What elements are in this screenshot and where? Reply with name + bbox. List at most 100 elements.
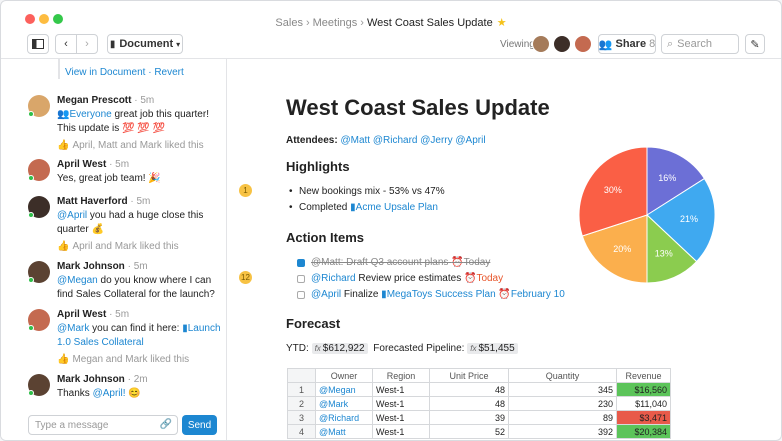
likes-text: Megan and Mark liked this (72, 354, 190, 365)
table-cell[interactable]: 230 (508, 396, 617, 411)
table-cell[interactable]: 345 (508, 382, 617, 397)
table-cell[interactable]: $16,560 (616, 382, 671, 397)
search-input[interactable]: ⌕ Search (661, 34, 739, 54)
table-cell[interactable]: West-1 (372, 410, 430, 425)
message-time-value: 5m (136, 196, 151, 207)
mention-everyone[interactable]: Everyone (69, 109, 111, 120)
mention[interactable]: @April (311, 289, 341, 300)
doc-links: View in Document · Revert (65, 67, 184, 78)
thumbs-up-icon: 👍 (57, 140, 70, 151)
table-cell[interactable]: @Mark (315, 396, 373, 411)
table-cell[interactable]: 52 (429, 424, 509, 439)
table-cell[interactable]: West-1 (372, 396, 430, 411)
table-cell[interactable]: $11,040 (616, 396, 671, 411)
table-cell: 3 (287, 410, 316, 425)
task-text: @Matt: Draft Q3 account plans (311, 257, 449, 268)
revert-link[interactable]: Revert (154, 67, 183, 78)
attendees-mentions[interactable]: @Matt @Richard @Jerry @April (340, 135, 485, 146)
online-status-dot (28, 390, 34, 396)
table-header (287, 368, 316, 383)
table-cell[interactable]: $20,384 (616, 424, 671, 439)
table-cell: 1 (287, 382, 316, 397)
mention[interactable]: @Megan (57, 275, 98, 286)
table-header[interactable]: Revenue (616, 368, 671, 383)
task-checkbox[interactable] (297, 259, 305, 267)
table-cell[interactable]: 48 (429, 382, 509, 397)
task-item: @Matt: Draft Q3 account plans ⏰Today (311, 257, 490, 268)
breadcrumb-sales[interactable]: Sales (275, 17, 303, 29)
pie-slice-label: 16% (658, 173, 676, 183)
sidebar-icon (32, 39, 44, 49)
pie-slice-label: 21% (680, 214, 698, 224)
table-header[interactable]: Quantity (508, 368, 617, 383)
message-author[interactable]: Mark Johnson (57, 261, 125, 272)
attendees-line: Attendees: @Matt @Richard @Jerry @April (286, 135, 486, 146)
avatar[interactable] (574, 35, 592, 53)
avatar[interactable] (553, 35, 571, 53)
table-cell[interactable]: @Richard (315, 410, 373, 425)
message-input[interactable]: Type a message 🔗 (28, 415, 178, 435)
separator-dot: · (145, 67, 155, 78)
table-cell[interactable]: West-1 (372, 424, 430, 439)
table-cell[interactable]: $3,471 (616, 410, 671, 425)
mention[interactable]: @April! (93, 388, 126, 399)
compose-button[interactable]: ✎ (745, 34, 765, 54)
share-count: 8 (649, 38, 656, 50)
table-header[interactable]: Unit Price (429, 368, 509, 383)
task-checkbox[interactable] (297, 291, 305, 299)
breadcrumb-separator: › (305, 17, 310, 29)
task-text: Finalize (341, 289, 382, 300)
ytd-formula[interactable]: fx $612,922 (311, 343, 368, 354)
attachment-icon[interactable]: 🔗 (160, 419, 172, 430)
chevron-left-icon: ‹ (64, 38, 68, 50)
table-cell[interactable]: 392 (508, 424, 617, 439)
table-cell[interactable]: @Megan (315, 382, 373, 397)
chevron-down-icon: ▾ (176, 39, 181, 49)
action-items-heading: Action Items (286, 230, 365, 245)
table-cell[interactable]: 89 (508, 410, 617, 425)
table-cell[interactable]: West-1 (372, 382, 430, 397)
task-checkbox[interactable] (297, 275, 305, 283)
breadcrumb-current: West Coast Sales Update (366, 17, 493, 29)
table-cell[interactable]: 48 (429, 396, 509, 411)
megatoys-plan-link[interactable]: MegaToys Success Plan (387, 289, 496, 300)
table-cell[interactable]: 39 (429, 410, 509, 425)
message-author[interactable]: April West (57, 309, 106, 320)
forecast-table: Owner Region Unit Price Quantity Revenue… (287, 368, 671, 439)
table-cell[interactable]: @Matt (315, 424, 373, 439)
message-time-value: 5m (115, 159, 130, 170)
alarm-icon: ⏰ (498, 289, 511, 300)
pie-chart[interactable]: 16% 21% 13% 20% 30% (577, 145, 717, 285)
table-header[interactable]: Region (372, 368, 430, 383)
comment-count-badge[interactable]: 12 (239, 271, 252, 284)
message-text: Yes, great job team! 🎉 (57, 173, 161, 184)
message-input-placeholder: Type a message (35, 420, 109, 431)
back-button[interactable]: ‹ (55, 34, 77, 54)
message-author[interactable]: Mark Johnson (57, 374, 125, 385)
message-time: · 5m (109, 159, 130, 170)
send-button[interactable]: Send (182, 415, 217, 435)
comment-count-badge[interactable]: 1 (239, 184, 252, 197)
message-author[interactable]: Megan Prescott (57, 95, 131, 106)
mention[interactable]: @Mark (57, 323, 89, 334)
share-button[interactable]: 👥 Share 8 (598, 34, 656, 54)
sidebar-toggle-button[interactable] (27, 34, 49, 54)
chat-message: Megan Prescott · 5m 👥Everyone great job … (28, 94, 224, 153)
mention[interactable]: @Richard (311, 273, 356, 284)
table-header[interactable]: Owner (315, 368, 373, 383)
likes-summary: 👍 April, Matt and Mark liked this (57, 139, 224, 153)
message-author[interactable]: Matt Haverford (57, 196, 128, 207)
document-menu-button[interactable]: ▮ Document ▾ (107, 34, 183, 54)
message-author[interactable]: April West (57, 159, 106, 170)
view-in-document-link[interactable]: View in Document (65, 67, 145, 78)
pipeline-formula[interactable]: fx $51,455 (467, 343, 518, 354)
acme-plan-link[interactable]: Acme Upsale Plan (356, 202, 438, 213)
breadcrumb-meetings[interactable]: Meetings (313, 17, 358, 29)
document-icon: ▮ (109, 38, 116, 50)
star-icon[interactable]: ★ (497, 17, 507, 29)
avatar[interactable] (532, 35, 550, 53)
titlebar: Sales › Meetings › West Coast Sales Update ★ (1, 1, 781, 29)
mention[interactable]: @April (57, 210, 87, 221)
forward-button[interactable]: › (76, 34, 98, 54)
breadcrumb: Sales › Meetings › West Coast Sales Update ★ (1, 16, 781, 29)
